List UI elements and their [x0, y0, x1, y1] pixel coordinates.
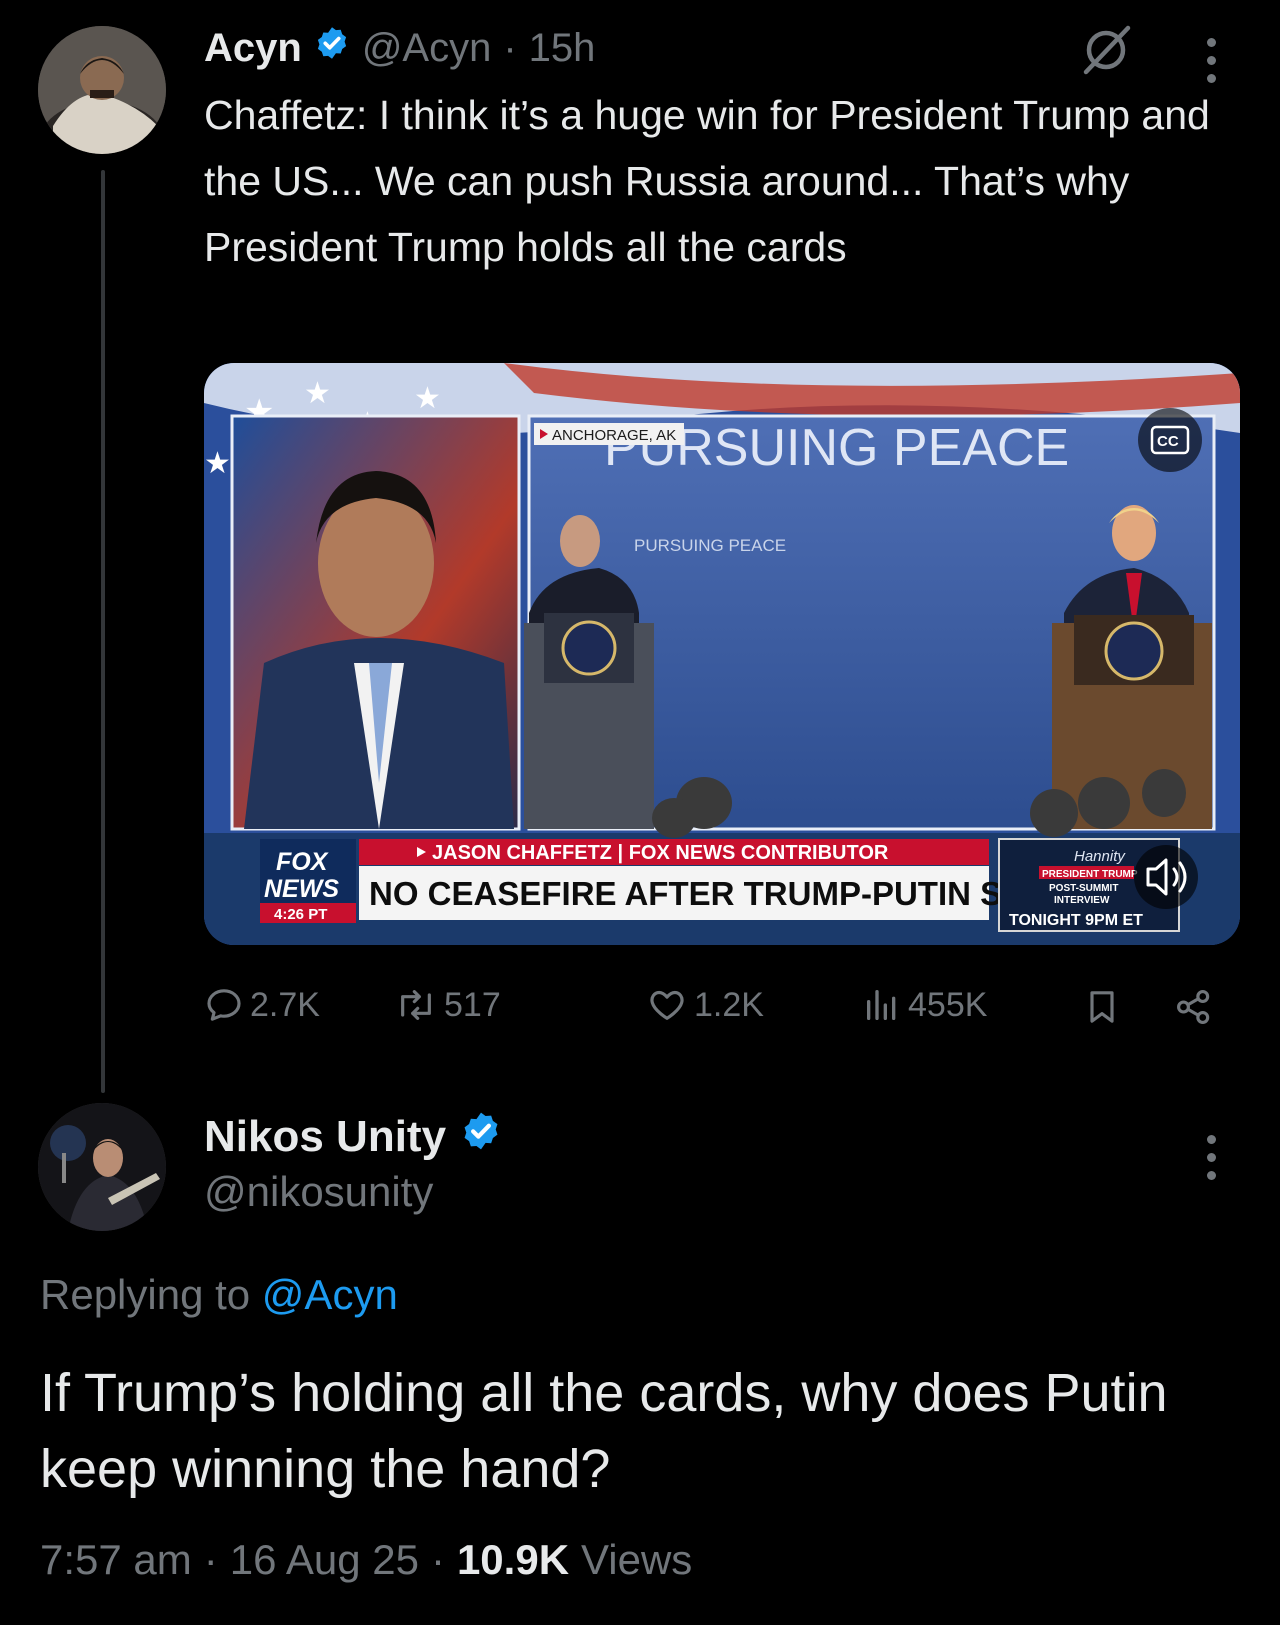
location-tag: ANCHORAGE, AK [552, 427, 676, 444]
reply-count: 2.7K [250, 985, 320, 1024]
share-icon[interactable] [1172, 986, 1216, 1033]
meta-separator-1: · [203, 1536, 218, 1583]
acyn-avatar-image [38, 26, 166, 154]
nikos-avatar-image [38, 1103, 166, 1231]
svg-text:CC: CC [1157, 433, 1179, 450]
nikos-avatar[interactable] [38, 1103, 166, 1231]
verified-badge-icon [460, 1110, 502, 1164]
reply-time[interactable]: 7:57 am [40, 1533, 192, 1587]
repost-icon [401, 990, 431, 1020]
like-button[interactable]: 1.2K [646, 985, 764, 1025]
network-logo-news: NEWS [264, 875, 339, 903]
views-icon [867, 990, 896, 1020]
lower-third-name: JASON CHAFFETZ | FOX NEWS CONTRIBUTOR [432, 842, 889, 864]
acyn-avatar[interactable] [38, 26, 166, 154]
clock: 4:26 PT [274, 906, 327, 923]
meta-separator-2: · [430, 1536, 445, 1583]
reply-author-name: Nikos Unity [204, 1110, 502, 1164]
reply-meta: 7:57 am · 16 Aug 25 · 10.9K Views [40, 1533, 692, 1587]
volume-icon[interactable] [1134, 845, 1198, 909]
replying-to: Replying to @Acyn [40, 1268, 398, 1322]
reply-views-count: 10.9K [456, 1536, 570, 1583]
reply-author-handle[interactable]: @nikosunity [204, 1166, 433, 1218]
tweet-time[interactable]: 15h [529, 24, 596, 72]
replying-handle-link[interactable]: @Acyn [262, 1271, 398, 1318]
replying-prefix: Replying to [40, 1271, 251, 1318]
svg-text:★: ★ [204, 447, 231, 480]
reply-author-name-text[interactable]: Nikos Unity [204, 1111, 446, 1163]
podium-sign: PURSUING PEACE [634, 536, 786, 555]
video-media[interactable]: ★★ ★★ ★ PURSUING PEACE ANCHORAGE, AK [204, 363, 1240, 945]
repost-button[interactable]: 517 [394, 985, 501, 1025]
svg-text:★: ★ [304, 377, 331, 410]
promo-line-1: PRESIDENT TRUMP [1042, 869, 1138, 880]
svg-text:★: ★ [414, 382, 441, 415]
bookmark-icon[interactable] [1082, 986, 1122, 1033]
reply-button[interactable]: 2.7K [204, 985, 320, 1025]
thread-line [101, 170, 105, 1093]
reply-views-label: Views [581, 1536, 693, 1583]
reply-text: If Trump’s holding all the cards, why do… [40, 1363, 1168, 1499]
like-count: 1.2K [694, 985, 764, 1024]
author-handle[interactable]: @Acyn [362, 24, 492, 72]
promo-line-3: INTERVIEW [1054, 895, 1110, 906]
tweet-header: Acyn @Acyn · 15h [204, 24, 595, 72]
tweet-text: Chaffetz: I think it’s a huge win for Pr… [204, 92, 1210, 270]
views-count: 455K [908, 985, 988, 1024]
like-icon [650, 990, 684, 1020]
video-frame: ★★ ★★ ★ PURSUING PEACE ANCHORAGE, AK [204, 363, 1240, 945]
network-logo-fox: FOX [276, 848, 329, 876]
repost-count: 517 [444, 985, 501, 1024]
cc-icon[interactable]: CC [1138, 408, 1202, 472]
reply-more-icon[interactable] [1207, 1135, 1216, 1180]
header-separator: · [503, 26, 517, 70]
grok-icon[interactable] [1078, 22, 1134, 83]
reply-date[interactable]: 16 Aug 25 [230, 1533, 419, 1587]
promo-time: TONIGHT 9PM ET [1009, 912, 1143, 929]
promo-line-2: POST-SUMMIT [1049, 883, 1118, 894]
more-icon[interactable] [1207, 38, 1216, 83]
verified-badge-icon [314, 24, 350, 72]
author-name[interactable]: Acyn [204, 24, 302, 72]
promo-show: Hannity [1074, 848, 1126, 865]
reply-icon [207, 989, 241, 1021]
views-button[interactable]: 455K [862, 985, 987, 1025]
